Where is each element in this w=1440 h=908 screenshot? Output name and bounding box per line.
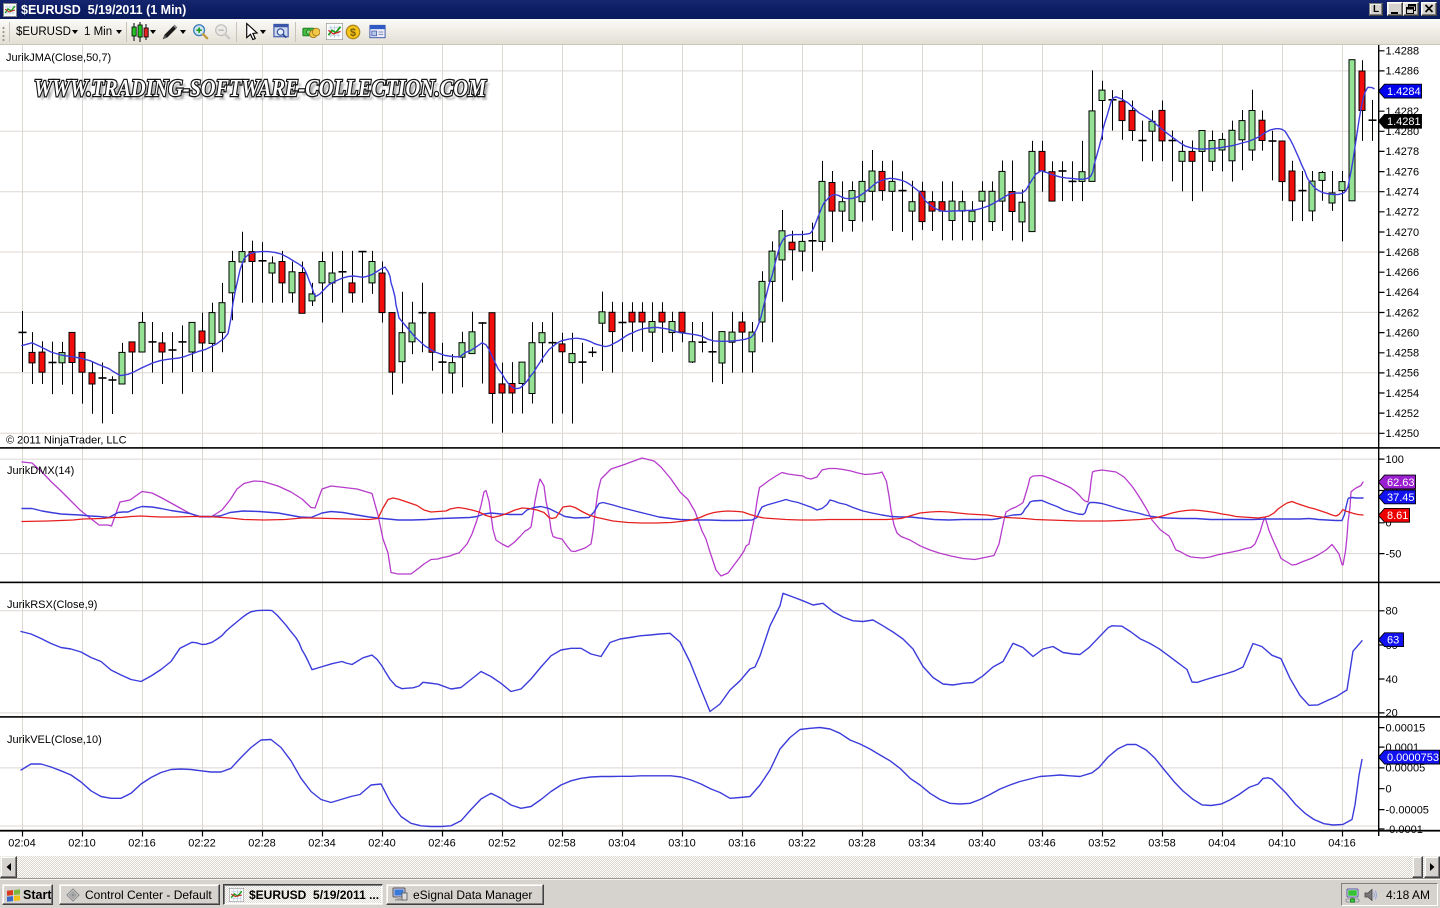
svg-text:-0.0001: -0.0001 <box>1386 824 1423 836</box>
svg-text:0.0000753: 0.0000753 <box>1387 752 1439 764</box>
svg-text:63: 63 <box>1387 635 1399 647</box>
svg-text:1.4284: 1.4284 <box>1387 86 1421 98</box>
svg-text:02:34: 02:34 <box>308 838 336 850</box>
svg-text:1.4268: 1.4268 <box>1386 247 1420 259</box>
svg-text:1.4260: 1.4260 <box>1386 327 1420 339</box>
svg-text:03:22: 03:22 <box>788 838 816 850</box>
svg-text:40: 40 <box>1386 674 1398 686</box>
svg-text:1.4272: 1.4272 <box>1386 207 1420 219</box>
svg-text:03:28: 03:28 <box>848 838 876 850</box>
svg-text:02:04: 02:04 <box>8 838 36 850</box>
svg-text:JurikVEL(Close,10): JurikVEL(Close,10) <box>7 734 102 746</box>
svg-text:03:58: 03:58 <box>1148 838 1176 850</box>
svg-text:1.4278: 1.4278 <box>1386 146 1420 158</box>
svg-text:04:16: 04:16 <box>1328 838 1356 850</box>
svg-text:02:40: 02:40 <box>368 838 396 850</box>
svg-text:62.63: 62.63 <box>1387 477 1415 489</box>
svg-text:JurikDMX(14): JurikDMX(14) <box>7 465 74 477</box>
svg-text:80: 80 <box>1386 606 1398 618</box>
svg-text:03:34: 03:34 <box>908 838 936 850</box>
svg-text:03:10: 03:10 <box>668 838 696 850</box>
svg-text:0.00015: 0.00015 <box>1386 722 1426 734</box>
svg-text:JurikRSX(Close,9): JurikRSX(Close,9) <box>7 599 97 611</box>
svg-text:1.4254: 1.4254 <box>1386 388 1420 400</box>
svg-text:100: 100 <box>1386 454 1404 466</box>
svg-text:03:52: 03:52 <box>1088 838 1116 850</box>
svg-text:0: 0 <box>1386 784 1392 796</box>
svg-text:1.4286: 1.4286 <box>1386 66 1420 78</box>
svg-text:02:22: 02:22 <box>188 838 216 850</box>
svg-text:1.4281: 1.4281 <box>1387 116 1421 128</box>
svg-text:-50: -50 <box>1386 548 1402 560</box>
svg-text:1.4252: 1.4252 <box>1386 408 1420 420</box>
svg-text:02:46: 02:46 <box>428 838 456 850</box>
svg-text:1.4274: 1.4274 <box>1386 187 1420 199</box>
svg-text:0.00005: 0.00005 <box>1386 763 1426 775</box>
svg-text:1.4256: 1.4256 <box>1386 368 1420 380</box>
svg-text:04:10: 04:10 <box>1268 838 1296 850</box>
svg-text:1.4266: 1.4266 <box>1386 267 1420 279</box>
svg-text:© 2011 NinjaTrader, LLC: © 2011 NinjaTrader, LLC <box>6 435 127 447</box>
svg-text:$: $ <box>350 27 356 39</box>
svg-text:02:16: 02:16 <box>128 838 156 850</box>
svg-text:02:52: 02:52 <box>488 838 516 850</box>
svg-text:02:58: 02:58 <box>548 838 576 850</box>
svg-text:JurikJMA(Close,50,7): JurikJMA(Close,50,7) <box>6 52 111 64</box>
svg-text:03:16: 03:16 <box>728 838 756 850</box>
svg-text:1.4250: 1.4250 <box>1386 428 1420 440</box>
svg-text:04:04: 04:04 <box>1208 838 1236 850</box>
svg-text:03:04: 03:04 <box>608 838 636 850</box>
svg-text:03:40: 03:40 <box>968 838 996 850</box>
svg-text:20: 20 <box>1386 708 1398 720</box>
svg-text:1.4276: 1.4276 <box>1386 166 1420 178</box>
svg-text:-0.00005: -0.00005 <box>1386 804 1429 816</box>
svg-text:1.4258: 1.4258 <box>1386 348 1420 360</box>
svg-text:03:46: 03:46 <box>1028 838 1056 850</box>
svg-text:1.4288: 1.4288 <box>1386 46 1420 58</box>
svg-text:8.61: 8.61 <box>1387 510 1408 522</box>
svg-text:02:28: 02:28 <box>248 838 276 850</box>
svg-text:37.45: 37.45 <box>1387 492 1415 504</box>
svg-text:1.4262: 1.4262 <box>1386 307 1420 319</box>
svg-text:02:10: 02:10 <box>68 838 96 850</box>
svg-text:1.4264: 1.4264 <box>1386 287 1420 299</box>
svg-text:1.4270: 1.4270 <box>1386 227 1420 239</box>
svg-text:WWW.TRADING-SOFTWARE-COLLECTIO: WWW.TRADING-SOFTWARE-COLLECTION.COM <box>34 76 487 102</box>
